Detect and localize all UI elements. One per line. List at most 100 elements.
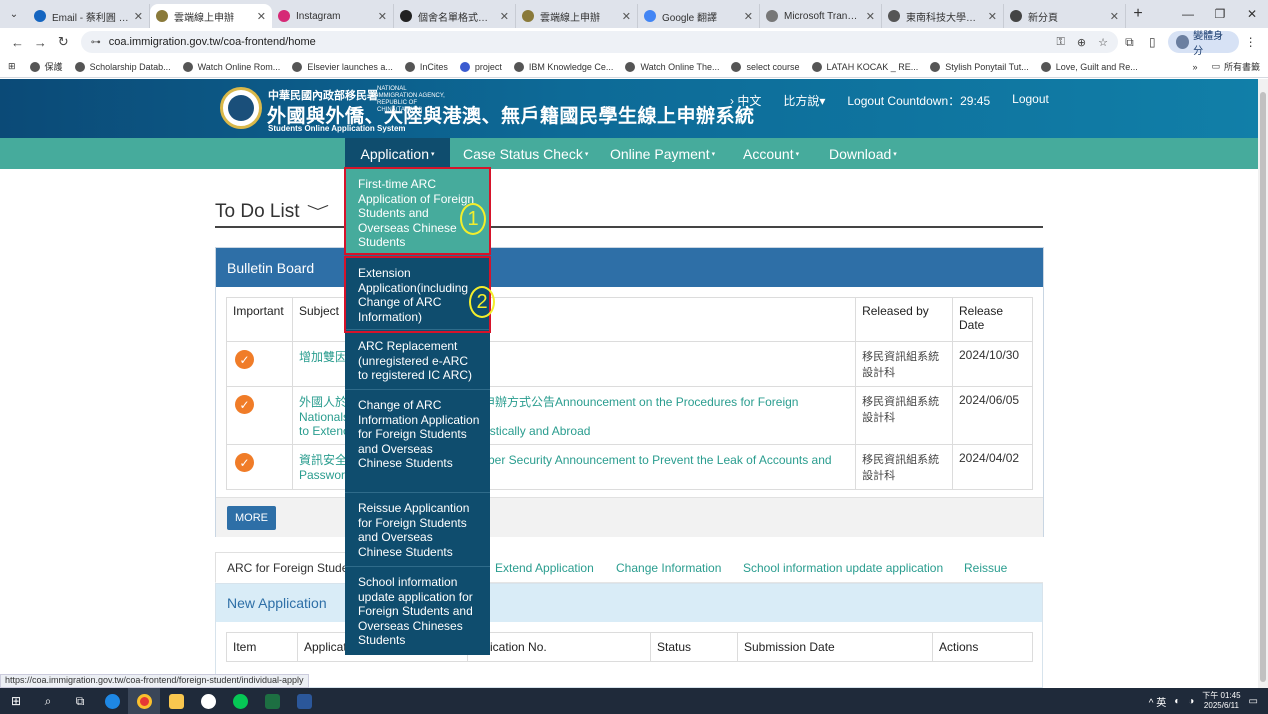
excel-icon[interactable] bbox=[256, 688, 288, 714]
profile-button[interactable]: 變體身分 bbox=[1167, 31, 1240, 57]
browser-tab-active[interactable]: 雲端線上申辦 ✕ bbox=[150, 4, 272, 28]
word-icon[interactable] bbox=[288, 688, 320, 714]
zoom-icon[interactable]: ⊕ bbox=[1077, 36, 1086, 49]
site-info-icon[interactable]: ⊶ bbox=[91, 37, 101, 48]
menu-item-change-arc-information[interactable]: Change of ARC Information Application fo… bbox=[345, 390, 490, 493]
bookmark-label: Scholarship Datab... bbox=[89, 61, 171, 72]
menu-item-reissue-application[interactable]: Reissue Applicantion for Foreign Student… bbox=[345, 493, 490, 567]
caret-down-icon: ▾ bbox=[430, 150, 435, 158]
menu-icon[interactable]: ⋮ bbox=[1239, 35, 1262, 49]
line-icon[interactable] bbox=[224, 688, 256, 714]
chrome-icon-shape bbox=[136, 693, 152, 709]
browser-tab[interactable]: Instagram ✕ bbox=[272, 4, 394, 28]
bookmarks-bar: ⊞ 保護 Scholarship Datab... Watch Online R… bbox=[0, 56, 1268, 78]
bookmark-item[interactable]: Watch Online Rom... bbox=[182, 61, 280, 72]
network-icon[interactable]: ◐ bbox=[1174, 696, 1180, 707]
edge-icon-shape bbox=[104, 693, 120, 709]
site-subtitle: Students Online Application System bbox=[268, 124, 406, 133]
bookmark-item[interactable]: project bbox=[459, 61, 502, 72]
star-icon[interactable]: ☆ bbox=[1098, 36, 1108, 49]
close-icon[interactable]: ✕ bbox=[1110, 10, 1119, 23]
bookmark-item[interactable]: Scholarship Datab... bbox=[74, 61, 171, 72]
new-tab-button[interactable]: + bbox=[1126, 5, 1150, 23]
browser-tab[interactable]: 個舍名單格式優化 ✕ bbox=[394, 4, 516, 28]
close-icon[interactable]: ✕ bbox=[500, 10, 509, 23]
clock[interactable]: 下午 01:45 2025/6/11 bbox=[1202, 691, 1240, 711]
tray-indicators[interactable]: ^ 英 bbox=[1149, 694, 1166, 709]
apps-icon[interactable]: ⊞ bbox=[8, 61, 16, 72]
browser-tab[interactable]: Email - 蔡利圓 - Outl ✕ bbox=[28, 4, 150, 28]
tab-change-information[interactable]: Change Information bbox=[616, 552, 721, 583]
volume-icon[interactable]: ◑ bbox=[1188, 696, 1194, 707]
tab-label: 雲端線上申辦 bbox=[540, 12, 600, 24]
bookmark-item[interactable]: Stylish Ponytail Tut... bbox=[930, 61, 1029, 72]
user-menu[interactable]: 比方說▾ bbox=[783, 92, 825, 109]
reload-icon[interactable]: ↻ bbox=[52, 30, 75, 54]
tab-label: 個舍名單格式優化 bbox=[418, 12, 496, 24]
browser-tab[interactable]: 新分頁 ✕ bbox=[1004, 4, 1126, 28]
tab-school-info-update[interactable]: School information update application bbox=[743, 552, 943, 583]
url-input[interactable]: ⊶ coa.immigration.gov.tw/coa-frontend/ho… bbox=[80, 31, 1118, 53]
edge-icon[interactable] bbox=[96, 688, 128, 714]
browser-tab[interactable]: Google 翻譯 ✕ bbox=[638, 4, 760, 28]
bookmark-item[interactable]: IBM Knowledge Ce... bbox=[513, 61, 613, 72]
restore-icon[interactable]: ❐ bbox=[1204, 0, 1236, 28]
minimize-icon[interactable]: — bbox=[1172, 0, 1204, 28]
close-window-icon[interactable]: ✕ bbox=[1236, 0, 1268, 28]
bookmark-item[interactable]: select course bbox=[731, 61, 800, 72]
tab-label: 雲端線上申辦 bbox=[174, 12, 234, 24]
nav-application[interactable]: Application ▾ bbox=[345, 138, 450, 169]
key-icon[interactable]: ⚿ bbox=[1056, 36, 1064, 49]
notification-icon[interactable]: ▭ bbox=[1249, 696, 1258, 707]
browser-tab[interactable]: 東南科技大學官方網站 ✕ bbox=[882, 4, 1004, 28]
todo-heading[interactable]: To Do List ﹀ bbox=[215, 201, 330, 223]
back-icon[interactable]: ← bbox=[6, 30, 29, 54]
nav-online-payment[interactable]: Online Payment ▾ bbox=[610, 138, 715, 169]
bookmark-item[interactable]: 保護 bbox=[29, 60, 63, 73]
emblem-icon bbox=[228, 95, 254, 121]
menu-item-school-info-update[interactable]: School information update application fo… bbox=[345, 567, 490, 655]
close-icon[interactable]: ✕ bbox=[866, 10, 875, 23]
bookmark-item[interactable]: InCites bbox=[404, 61, 448, 72]
close-icon[interactable]: ✕ bbox=[134, 10, 143, 23]
windows-start-icon[interactable]: ⊞ bbox=[0, 688, 32, 714]
close-icon[interactable]: ✕ bbox=[257, 10, 266, 23]
close-icon[interactable]: ✕ bbox=[744, 10, 753, 23]
nav-download[interactable]: Download ▾ bbox=[829, 138, 897, 169]
file-explorer-icon[interactable] bbox=[160, 688, 192, 714]
all-bookmarks-folder[interactable]: ▭ 所有書籤 bbox=[1211, 60, 1260, 73]
search-icon[interactable]: ⌕ bbox=[32, 688, 64, 714]
folder-icon: ▭ bbox=[1211, 61, 1220, 71]
close-icon[interactable]: ✕ bbox=[988, 10, 997, 23]
chat-icon[interactable] bbox=[192, 688, 224, 714]
forward-icon[interactable]: → bbox=[29, 30, 52, 54]
more-button[interactable]: MORE bbox=[227, 506, 276, 530]
close-icon[interactable]: ✕ bbox=[622, 10, 631, 23]
close-icon[interactable]: ✕ bbox=[378, 10, 387, 23]
bookmark-item[interactable]: Love, Guilt and Re... bbox=[1040, 61, 1138, 72]
chevron-down-icon[interactable]: ﹀ bbox=[307, 202, 329, 222]
scrollbar-thumb[interactable] bbox=[1260, 92, 1266, 682]
bookmark-item[interactable]: Watch Online The... bbox=[625, 61, 719, 72]
tab-search-icon[interactable]: ⌄ bbox=[0, 0, 28, 28]
tab-extend-application[interactable]: Extend Application bbox=[495, 552, 594, 583]
browser-tab[interactable]: 雲端線上申辦 ✕ bbox=[516, 4, 638, 28]
language-link[interactable]: › 中文 bbox=[730, 92, 761, 109]
chrome-icon[interactable] bbox=[128, 688, 160, 714]
browser-tab[interactable]: Microsoft Translator ✕ bbox=[760, 4, 882, 28]
menu-item-arc-replacement[interactable]: ARC Replacement (unregistered e-ARC to r… bbox=[345, 330, 490, 390]
panel-icon[interactable]: ▯ bbox=[1141, 35, 1164, 49]
extensions-icon[interactable]: ⧉ bbox=[1118, 35, 1141, 50]
nav-case-status-check[interactable]: Case Status Check ▾ bbox=[463, 138, 588, 169]
tab-reissue[interactable]: Reissue bbox=[964, 552, 1007, 583]
agency-logo[interactable] bbox=[220, 87, 262, 129]
bookmark-item[interactable]: Elsevier launches a... bbox=[292, 61, 393, 72]
column-header: Status bbox=[650, 632, 738, 662]
excel-icon-shape bbox=[264, 693, 280, 709]
task-view-icon[interactable]: ⧉ bbox=[64, 688, 96, 714]
bookmark-item[interactable]: LATAH KOCAK _ RE... bbox=[811, 61, 918, 72]
logout-link[interactable]: Logout bbox=[1012, 92, 1049, 109]
bulletin-board-title: Bulletin Board bbox=[216, 248, 1043, 287]
bookmarks-more-button[interactable]: » bbox=[1192, 62, 1197, 72]
nav-account[interactable]: Account ▾ bbox=[743, 138, 799, 169]
